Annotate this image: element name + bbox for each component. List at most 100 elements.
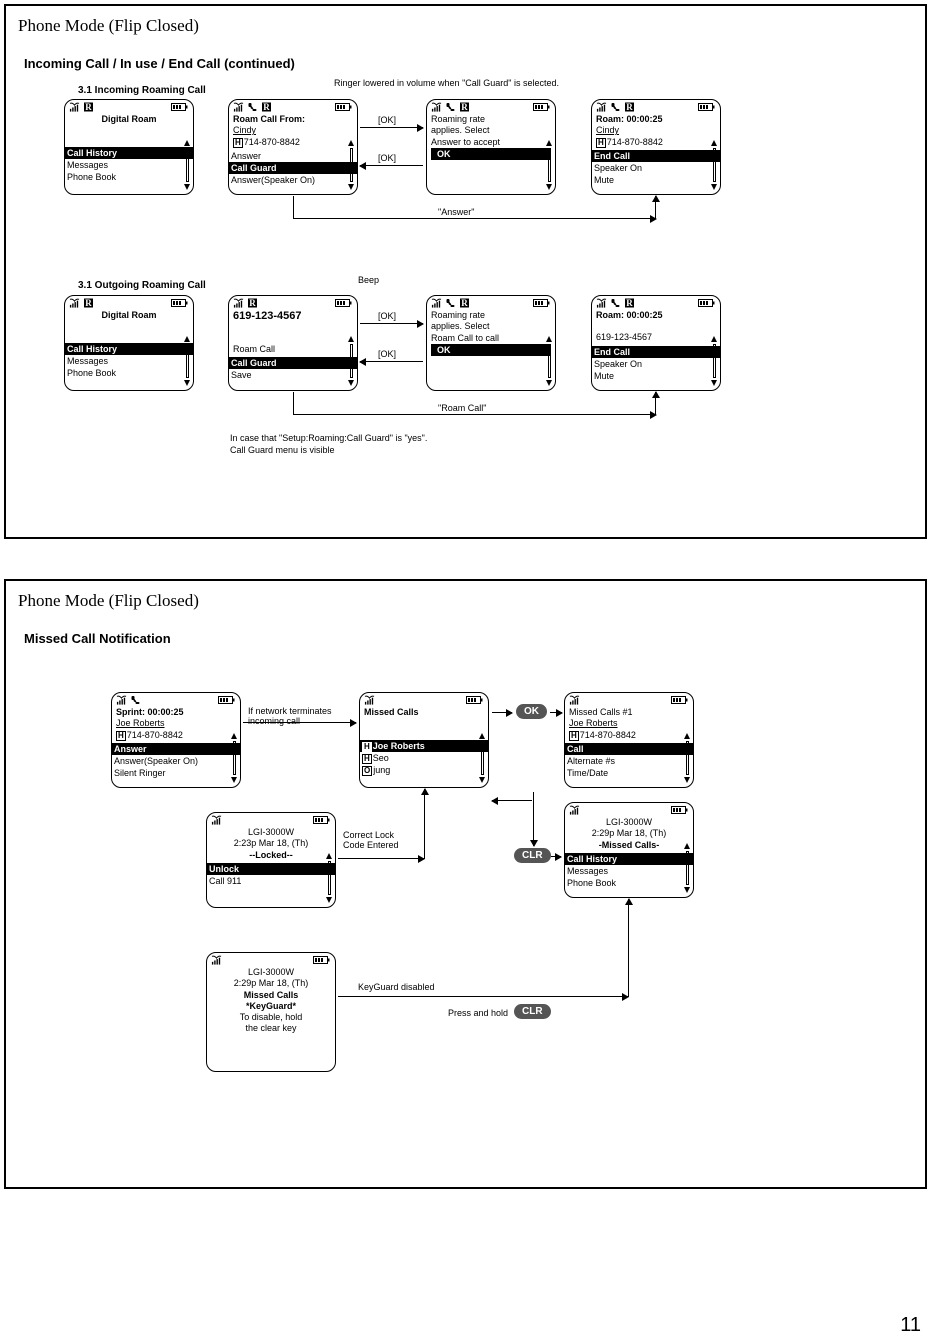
signal-icon <box>233 298 244 308</box>
scrollbar[interactable] <box>326 853 333 903</box>
scrollbar[interactable] <box>711 336 718 386</box>
phone-m2: Missed Calls HJoe Roberts HSeo Ojung <box>359 692 489 788</box>
scrollbar[interactable] <box>546 336 553 386</box>
battery-icon <box>698 298 716 308</box>
menu-endcall[interactable]: End Call <box>592 150 720 162</box>
ok-label: [OK] <box>378 349 396 359</box>
line <box>293 392 294 414</box>
phone-a2: Roam Call From: Cindy H714-870-8842 Answ… <box>228 99 358 195</box>
menu-alt[interactable]: Alternate #s <box>565 755 693 767</box>
scrollbar[interactable] <box>684 843 691 893</box>
line <box>338 858 424 859</box>
clr-button[interactable]: CLR <box>514 848 551 863</box>
menu-mute[interactable]: Mute <box>592 370 720 382</box>
line3: Answer to accept <box>431 137 551 148</box>
scrollbar[interactable] <box>479 733 486 783</box>
scrollbar[interactable] <box>711 140 718 190</box>
menu-endcall[interactable]: End Call <box>592 346 720 358</box>
signal-icon <box>596 102 607 112</box>
phone-icon <box>445 298 456 308</box>
subtitle-2: Missed Call Notification <box>24 631 913 646</box>
scrollbar[interactable] <box>546 140 553 190</box>
phone-icon <box>610 102 621 112</box>
battery-icon <box>313 815 331 825</box>
line <box>655 392 656 414</box>
arrow <box>492 712 512 713</box>
menu-speakeron[interactable]: Speaker On <box>592 358 720 370</box>
signal-icon <box>116 695 127 705</box>
title: Sprint: 00:00:25 <box>116 707 236 718</box>
battery-icon <box>171 298 189 308</box>
page-title-1: Phone Mode (Flip Closed) <box>18 16 913 36</box>
menu-callguard[interactable]: Call Guard <box>229 357 357 369</box>
line2: applies. Select <box>431 125 551 136</box>
clr-button-2[interactable]: CLR <box>514 1004 551 1019</box>
menu-unlock[interactable]: Unlock <box>207 863 335 875</box>
roam-icon <box>459 298 470 308</box>
battery-icon <box>533 298 551 308</box>
menu-messages[interactable]: Messages <box>565 865 693 877</box>
phone-m1: Sprint: 00:00:25 Joe Roberts H714-870-88… <box>111 692 241 788</box>
ok-item[interactable]: OK <box>431 344 551 356</box>
ok-item[interactable]: OK <box>431 148 551 160</box>
scrollbar[interactable] <box>684 733 691 783</box>
line1: Roaming rate <box>431 310 551 321</box>
keyguard: *KeyGuard* <box>211 1001 331 1012</box>
time: 2:29p Mar 18, (Th) <box>569 828 689 839</box>
line2: applies. Select <box>431 321 551 332</box>
ok-label: [OK] <box>378 115 396 125</box>
battery-icon <box>313 955 331 965</box>
menu-phonebook[interactable]: Phone Book <box>65 367 193 379</box>
menu-speakeron[interactable]: Speaker On <box>592 162 720 174</box>
signal-icon <box>596 298 607 308</box>
menu-call-history[interactable]: Call History <box>65 343 193 355</box>
caller-name: Cindy <box>233 125 353 136</box>
phone-m4: LGI-3000W 2:23p Mar 18, (Th) --Locked-- … <box>206 812 336 908</box>
scrollbar[interactable] <box>348 336 355 386</box>
menu-messages[interactable]: Messages <box>65 355 193 367</box>
menu-messages[interactable]: Messages <box>65 159 193 171</box>
beep-label: Beep <box>358 275 379 285</box>
menu-answer[interactable]: Answer <box>229 150 357 162</box>
locked: --Locked-- <box>211 850 331 861</box>
menu-phonebook[interactable]: Phone Book <box>65 171 193 183</box>
scrollbar[interactable] <box>184 140 191 190</box>
list-row[interactable]: Ojung <box>360 764 488 776</box>
menu-callguard[interactable]: Call Guard <box>229 162 357 174</box>
phone-icon <box>130 695 141 705</box>
menu-call-history[interactable]: Call History <box>565 853 693 865</box>
roam-icon <box>247 298 258 308</box>
menu-timedate[interactable]: Time/Date <box>565 767 693 779</box>
signal-icon <box>431 102 442 112</box>
menu-save[interactable]: Save <box>229 369 357 381</box>
time: 2:29p Mar 18, (Th) <box>211 978 331 989</box>
menu-speaker[interactable]: Answer(Speaker On) <box>229 174 357 186</box>
scrollbar[interactable] <box>184 336 191 386</box>
section-a-heading: 3.1 Incoming Roaming Call <box>78 85 206 96</box>
list-row[interactable]: HJoe Roberts <box>360 740 488 752</box>
menu-silent[interactable]: Silent Ringer <box>112 767 240 779</box>
menu-mute[interactable]: Mute <box>592 174 720 186</box>
terminate-note: If network terminates incoming call <box>248 706 332 726</box>
menu-call[interactable]: Call <box>565 743 693 755</box>
ok-button[interactable]: OK <box>516 704 547 719</box>
panel-1: Phone Mode (Flip Closed) Incoming Call /… <box>4 4 927 539</box>
kg-line: the clear key <box>211 1023 331 1034</box>
scrollbar[interactable] <box>348 140 355 190</box>
signal-icon <box>431 298 442 308</box>
menu-answer[interactable]: Answer <box>112 743 240 755</box>
line <box>628 899 629 997</box>
menu-speaker[interactable]: Answer(Speaker On) <box>112 755 240 767</box>
line3: Roam Call to call <box>431 333 551 344</box>
section-b-heading: 3.1 Outgoing Roaming Call <box>78 280 206 291</box>
roam-icon <box>83 102 94 112</box>
line1: Roaming rate <box>431 114 551 125</box>
scrollbar[interactable] <box>231 733 238 783</box>
ringer-note: Ringer lowered in volume when "Call Guar… <box>334 78 559 88</box>
menu-call-history[interactable]: Call History <box>65 147 193 159</box>
arrow <box>550 712 562 713</box>
menu-911[interactable]: Call 911 <box>207 875 335 887</box>
list-row[interactable]: HSeo <box>360 752 488 764</box>
phone-icon <box>610 298 621 308</box>
menu-phonebook[interactable]: Phone Book <box>565 877 693 889</box>
